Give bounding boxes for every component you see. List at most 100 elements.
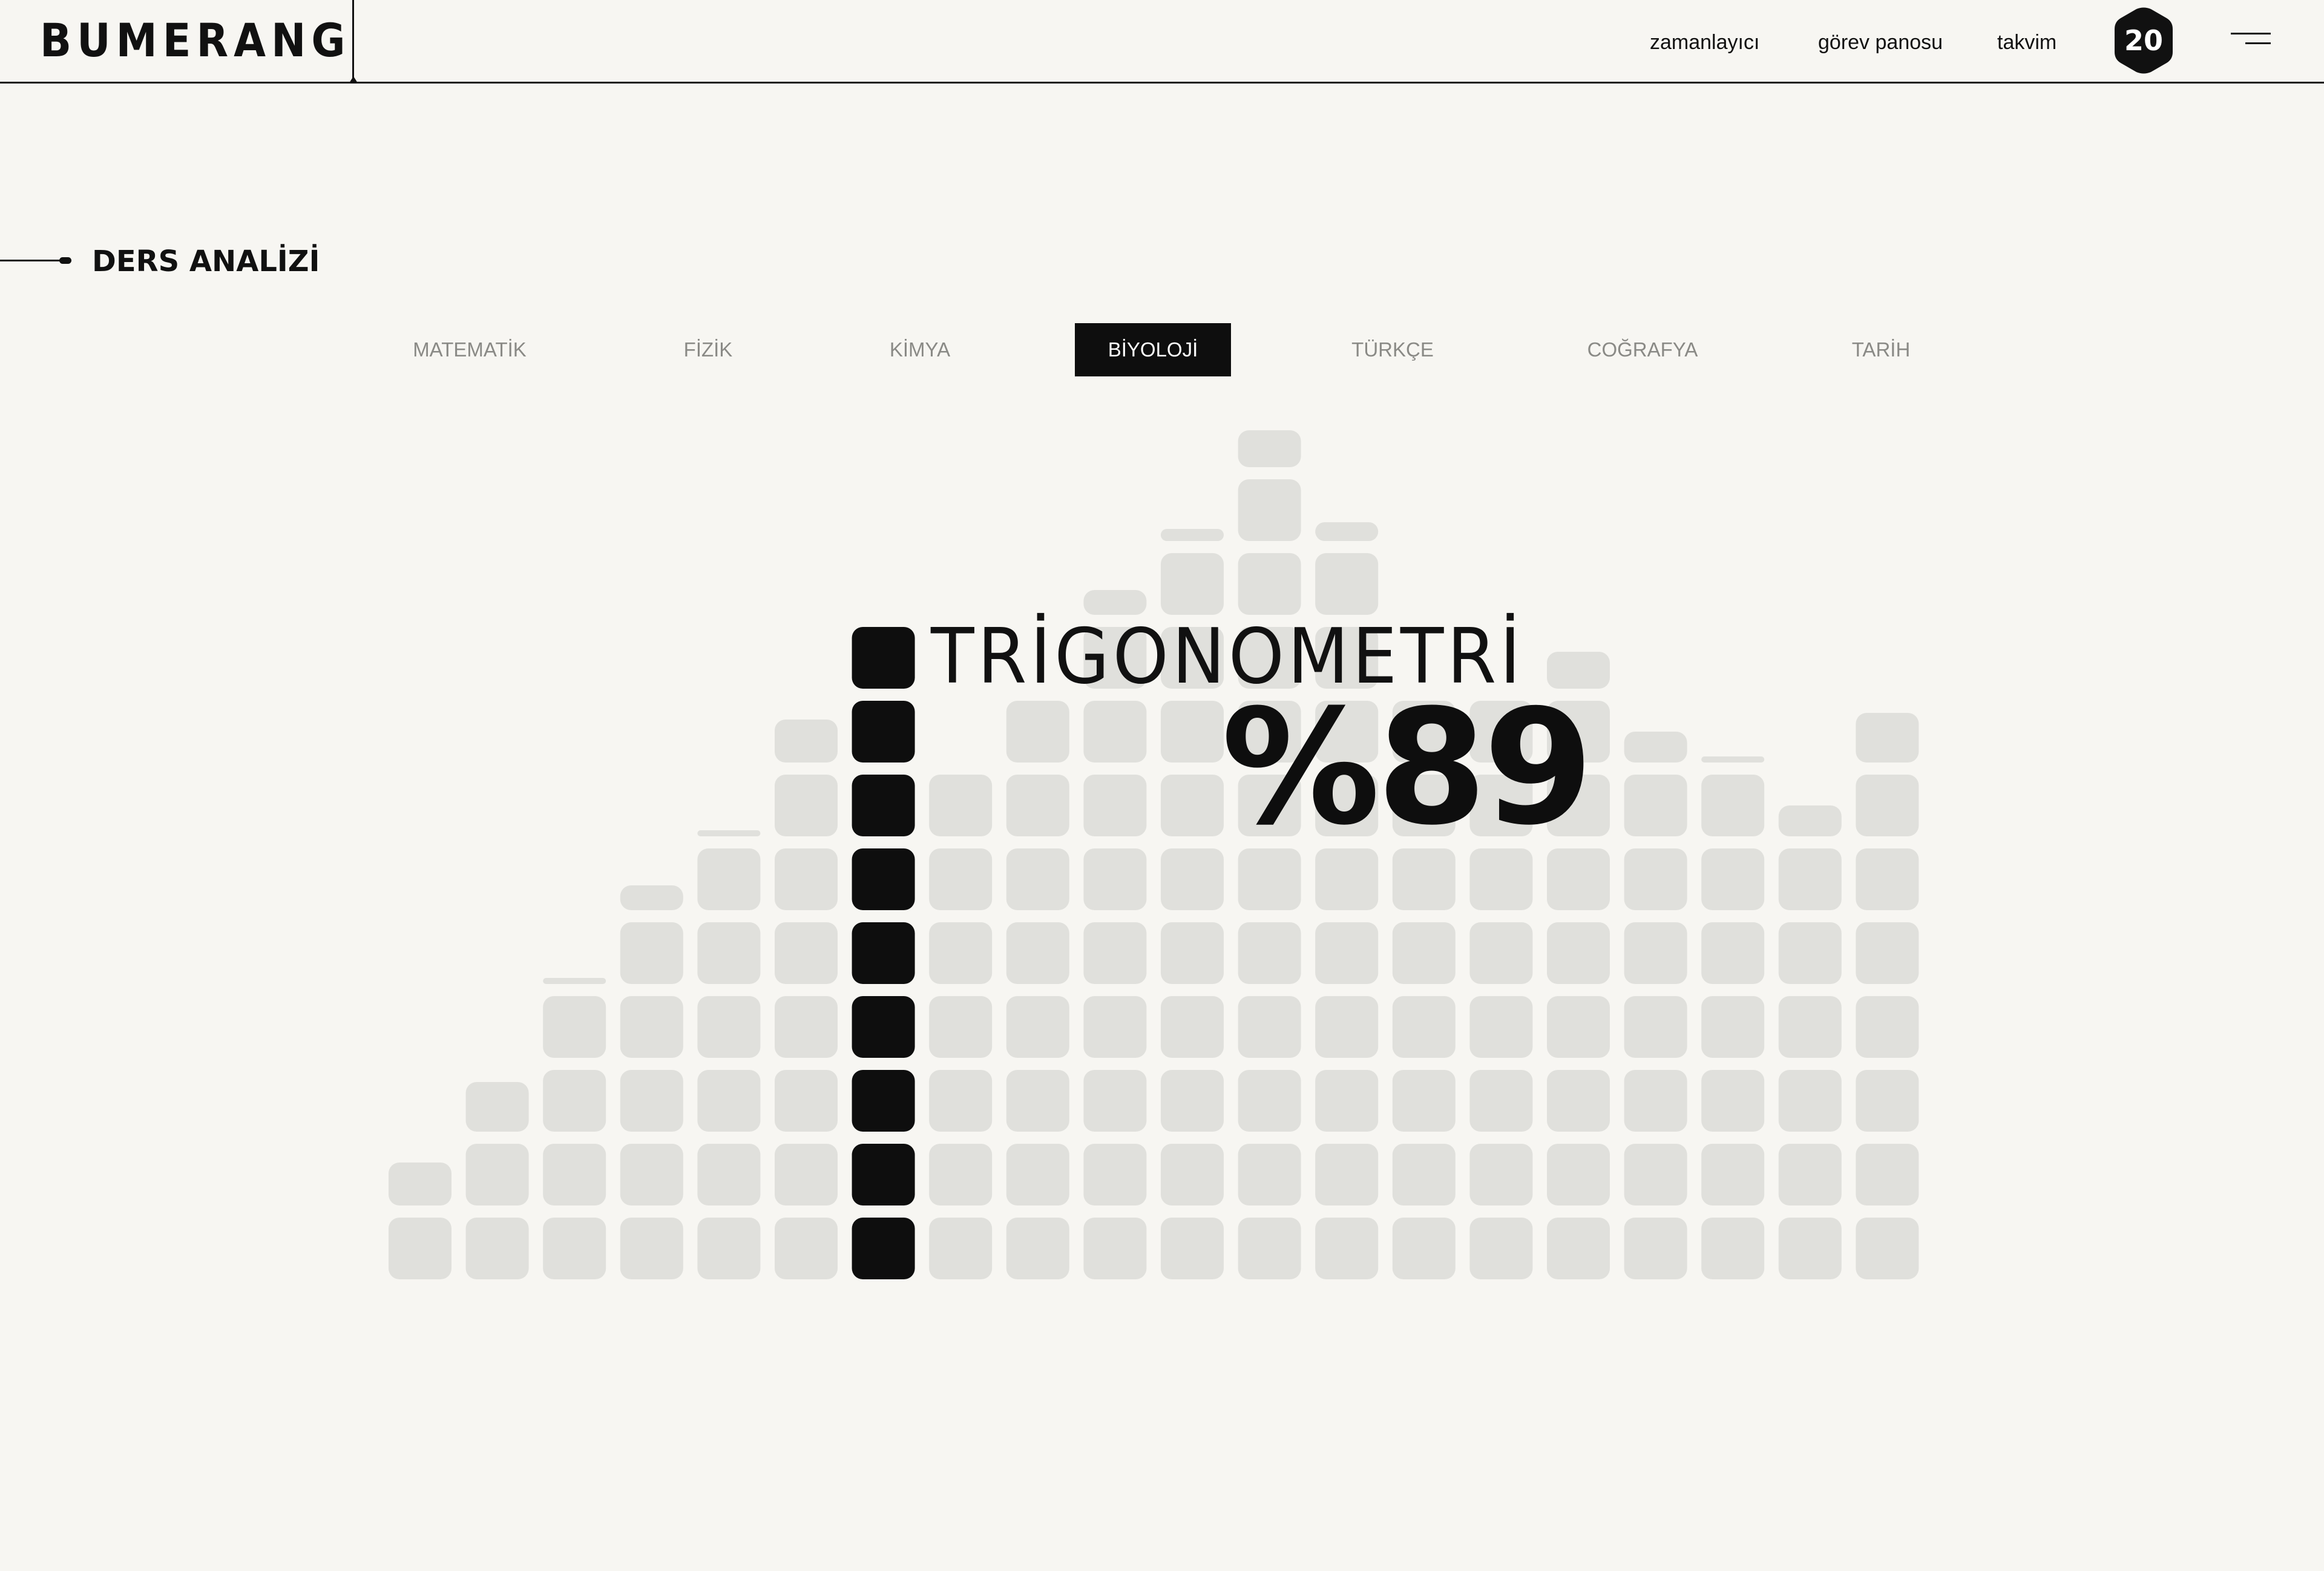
chart-bar-block: [852, 1218, 915, 1279]
chart-bar-block: [1161, 1218, 1224, 1279]
chart-bar-block: [1547, 922, 1610, 984]
chart-bar-block: [852, 922, 915, 984]
chart-bar-block: [1392, 996, 1456, 1058]
chart-bar-block: [1856, 848, 1919, 910]
chart-bar-block: [1547, 1144, 1610, 1205]
chart-bar-block: [1469, 1218, 1533, 1279]
chart-bar-block: [1238, 1144, 1301, 1205]
chart-bar-block: [1161, 922, 1224, 984]
chart-bar-block: [775, 996, 838, 1058]
chart-bar-block: [1624, 922, 1687, 984]
chart-bar-block: [1161, 775, 1224, 836]
chart-bar-block: [929, 1070, 993, 1132]
chart-bar-block: [929, 848, 993, 910]
chart-bar-block: [775, 1218, 838, 1279]
chart-bar-block: [1006, 996, 1069, 1058]
chart-bar-block: [852, 848, 915, 910]
chart-bar-block: [1778, 848, 1842, 910]
chart-bar-partial-block: [543, 978, 606, 984]
chart-bar-block: [1778, 922, 1842, 984]
chart-bar-block: [1006, 848, 1069, 910]
chart-bar-block: [1161, 701, 1224, 763]
chart-bar-block: [1392, 1070, 1456, 1132]
chart-bar-partial-block: [1315, 522, 1379, 541]
chart-bar-block: [1778, 1218, 1842, 1279]
chart-bar-partial-block: [1238, 430, 1301, 467]
chart-bar-block: [1624, 848, 1687, 910]
chart-bar-block: [852, 701, 915, 763]
chart-bar-block: [1701, 1070, 1765, 1132]
chart-bar-block: [465, 1144, 529, 1205]
chart-bar-block: [697, 922, 761, 984]
chart-bar-block: [620, 922, 683, 984]
chart-bar-block: [929, 922, 993, 984]
chart-bar-block: [1778, 1070, 1842, 1132]
chart-bar-partial-block: [465, 1082, 529, 1132]
chart-bar-partial-block: [620, 885, 683, 910]
chart-bar-block: [1701, 1144, 1765, 1205]
chart-bar-block: [852, 1144, 915, 1205]
chart-bar-block: [1392, 922, 1456, 984]
chart-bar-block: [543, 1144, 606, 1205]
chart-bar-block: [1083, 1218, 1147, 1279]
chart-bar-partial-block: [697, 830, 761, 836]
chart-bar-block: [1856, 922, 1919, 984]
topic-bar-chart: [389, 430, 1919, 1279]
chart-bar-block: [697, 1144, 761, 1205]
chart-bar-block: [1701, 996, 1765, 1058]
chart-bar-block: [697, 1218, 761, 1279]
chart-bar-block: [1161, 1070, 1224, 1132]
chart-bar-partial-block: [1161, 529, 1224, 541]
chart-bar-block: [1547, 1070, 1610, 1132]
chart-bar-block: [1161, 553, 1224, 615]
chart-bar-block: [1469, 1144, 1533, 1205]
chart-bar-block: [1624, 1144, 1687, 1205]
chart-bar-block: [1006, 701, 1069, 763]
chart-bar-block: [1315, 996, 1379, 1058]
chart-bar-block: [389, 1218, 451, 1279]
chart-bar-partial-block: [1856, 713, 1919, 763]
chart-bar-block: [1856, 1144, 1919, 1205]
chart-bar-block: [1006, 1144, 1069, 1205]
chart-bar-block: [1238, 553, 1301, 615]
chart-bar-block: [1624, 996, 1687, 1058]
chart-bar-block: [929, 1144, 993, 1205]
chart-bar-partial-block: [1701, 756, 1765, 763]
chart-bar-block: [1238, 922, 1301, 984]
chart-bar-block: [1701, 1218, 1765, 1279]
chart-bar-block: [543, 1070, 606, 1132]
chart-bar-partial-block: [775, 720, 838, 763]
chart-bar-block: [697, 996, 761, 1058]
chart-bar-block: [929, 996, 993, 1058]
chart-bar-block: [1856, 1218, 1919, 1279]
chart-bar-block: [1006, 1218, 1069, 1279]
chart-bar-block: [1083, 996, 1147, 1058]
chart-bar-block: [1624, 1218, 1687, 1279]
chart-bar-block: [543, 1218, 606, 1279]
chart-bar-block: [697, 1070, 761, 1132]
chart-bar-block: [1392, 1218, 1456, 1279]
chart-bar-block: [775, 1144, 838, 1205]
chart-bar-block: [1856, 775, 1919, 836]
chart-bar-block: [465, 1218, 529, 1279]
chart-bar-block: [1083, 775, 1147, 836]
chart-bar-block: [620, 1144, 683, 1205]
chart-bar-block: [775, 775, 838, 836]
chart-highlight-value: %89: [1221, 675, 1594, 860]
chart-bar-block: [620, 996, 683, 1058]
chart-bar-block: [1856, 1070, 1919, 1132]
chart-bar-block: [1083, 922, 1147, 984]
chart-bar-block: [1547, 1218, 1610, 1279]
chart-bar-block: [929, 775, 993, 836]
chart-bar-block: [620, 1070, 683, 1132]
chart-bar-block: [1238, 996, 1301, 1058]
chart-bar-block: [1624, 1070, 1687, 1132]
chart-bar-block: [1469, 996, 1533, 1058]
chart-bar-partial-block: [1624, 732, 1687, 763]
chart-bar-block: [1315, 1218, 1379, 1279]
chart-bar-block: [1161, 848, 1224, 910]
chart-bar-block: [1006, 1070, 1069, 1132]
chart-bar-block: [1083, 848, 1147, 910]
chart-bar-block: [1161, 1144, 1224, 1205]
chart-bar-block: [929, 1218, 993, 1279]
